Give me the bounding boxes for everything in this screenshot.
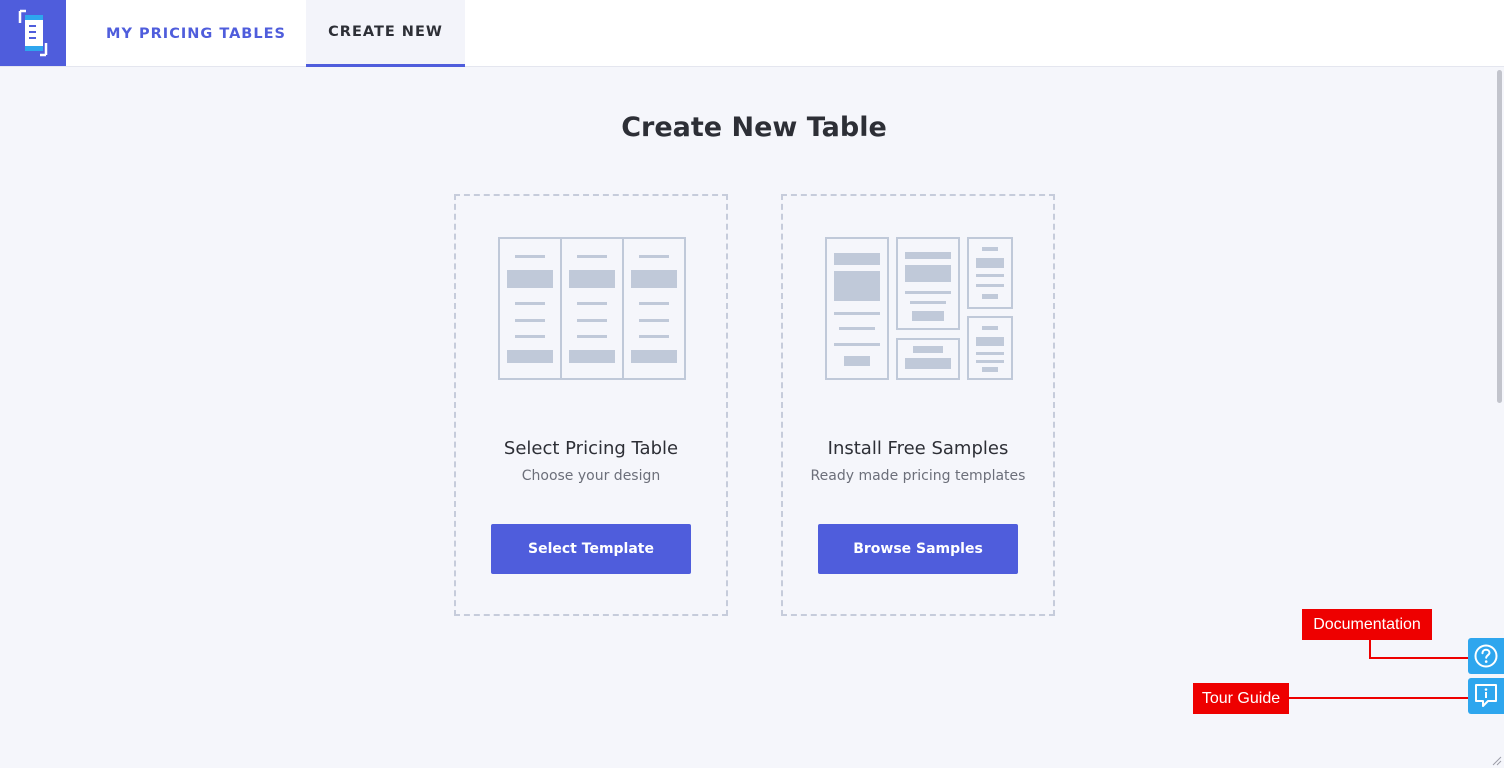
pricing-table-logo-icon	[18, 9, 48, 57]
tour-guide-button[interactable]	[1468, 678, 1504, 714]
samples-grid-illustration	[825, 237, 1013, 380]
tab-my-pricing-tables[interactable]: MY PRICING TABLES	[86, 0, 306, 67]
card-subtitle: Ready made pricing templates	[810, 468, 1026, 484]
info-chat-icon	[1475, 684, 1497, 707]
tab-create-new[interactable]: CREATE NEW	[306, 0, 465, 67]
page-title: Create New Table	[621, 112, 887, 143]
documentation-callout-line	[1369, 657, 1469, 659]
select-template-button[interactable]: Select Template	[491, 524, 691, 574]
install-free-samples-card: Install Free Samples Ready made pricing …	[781, 194, 1055, 616]
card-title: Select Pricing Table	[503, 438, 679, 459]
browse-samples-button[interactable]: Browse Samples	[818, 524, 1018, 574]
pricing-columns-illustration	[498, 237, 686, 380]
card-subtitle: Choose your design	[521, 468, 661, 484]
tour-guide-callout-line	[1289, 697, 1469, 699]
tour-guide-callout: Tour Guide	[1193, 683, 1289, 714]
select-pricing-table-card: Select Pricing Table Choose your design …	[454, 194, 728, 616]
app-logo[interactable]	[0, 0, 66, 66]
documentation-button[interactable]	[1468, 638, 1504, 674]
card-title: Install Free Samples	[827, 438, 1009, 459]
top-nav-bar: MY PRICING TABLES CREATE NEW	[0, 0, 1504, 67]
resize-grip-icon[interactable]	[1490, 754, 1502, 766]
documentation-callout: Documentation	[1302, 609, 1432, 640]
question-circle-icon	[1474, 644, 1498, 668]
